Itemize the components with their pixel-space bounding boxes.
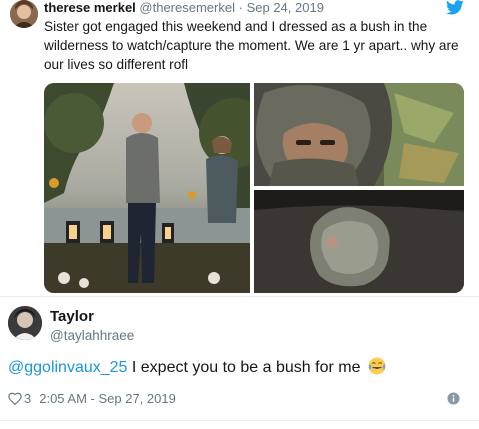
mention-link[interactable]: @ggolinvaux_25 <box>8 359 127 376</box>
author-name[interactable]: therese merkel <box>44 0 136 15</box>
reply-footer: 3 2:05 AM - Sep 27, 2019 <box>8 390 176 408</box>
reply-body: I expect you to be a bush for me <box>127 359 361 376</box>
reply-text: @ggolinvaux_25 I expect you to be a bush… <box>8 357 386 379</box>
face-with-tears-of-joy-icon <box>368 357 386 375</box>
info-icon[interactable] <box>447 392 460 405</box>
taylor-avatar[interactable] <box>8 306 42 340</box>
original-tweet: therese merkel @theresemerkel · Sep 24, … <box>0 0 479 300</box>
photo-bush-on-ground[interactable] <box>254 190 464 293</box>
reply-timestamp[interactable]: 2:05 AM - Sep 27, 2019 <box>39 391 176 406</box>
therese-merkel-avatar[interactable] <box>10 0 38 28</box>
like-count[interactable]: 3 <box>24 391 31 406</box>
tweet-divider <box>0 296 479 297</box>
photo-engagement-proposal[interactable] <box>44 83 250 293</box>
tweet-date[interactable]: Sep 24, 2019 <box>247 0 324 15</box>
tweet-header: therese merkel @theresemerkel · Sep 24, … <box>44 0 324 16</box>
heart-icon[interactable] <box>8 392 22 405</box>
bottom-divider <box>0 420 479 421</box>
reply-author-handle[interactable]: @taylahhraee <box>50 327 134 344</box>
photo-bush-selfie[interactable] <box>254 83 464 186</box>
reply-author-name[interactable]: Taylor <box>50 308 94 326</box>
tweet-text: Sister got engaged this weekend and I dr… <box>44 19 459 72</box>
twitter-bird-icon[interactable] <box>446 0 464 15</box>
meta-separator: · <box>238 0 243 15</box>
author-handle[interactable]: @theresemerkel <box>139 0 235 15</box>
media-grid <box>44 83 464 293</box>
